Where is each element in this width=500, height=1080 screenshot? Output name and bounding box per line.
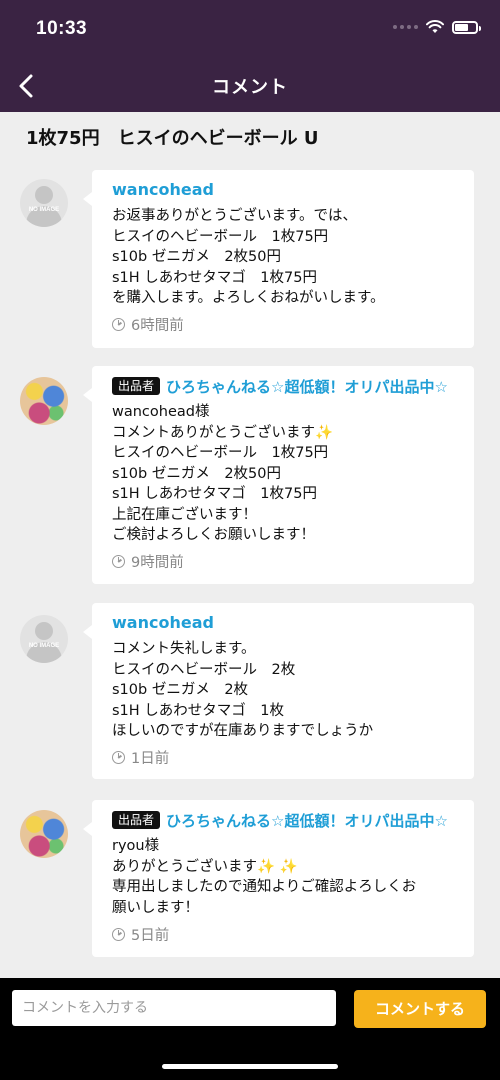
seller-badge: 出品者 xyxy=(112,811,161,829)
comment-line: s10b ゼニガメ 2枚50円 xyxy=(112,249,281,265)
comment-bubble: 出品者 ひろちゃんねる☆超低額！オリパ出品中☆ ryou様 ありがとうございます… xyxy=(83,800,474,957)
comment-line: ありがとうございます xyxy=(112,858,257,875)
comment-timestamp: 6時間前 xyxy=(112,315,454,335)
seller-name[interactable]: ひろちゃんねる☆超低額！オリパ出品中☆ xyxy=(166,376,448,397)
comment-bubble: wancohead コメント失礼します。 ヒスイのヘビーボール 2枚 s10b … xyxy=(83,603,474,779)
comment-line: ヒスイのヘビーボール 1枚75円 xyxy=(112,228,329,245)
seller-badge: 出品者 xyxy=(112,377,161,395)
seller-name[interactable]: ひろちゃんねる☆超低額！オリパ出品中☆ xyxy=(166,810,448,831)
comment-line: ヒスイのヘビーボール 2枚 xyxy=(112,661,296,678)
product-header: 1枚75円 ヒスイのヘビーボール U xyxy=(0,112,500,158)
status-icons xyxy=(393,20,481,34)
home-indicator[interactable] xyxy=(162,1064,338,1069)
comment-line: s10b ゼニガメ 2枚50円 xyxy=(112,465,281,482)
comment-username[interactable]: wancohead xyxy=(112,180,454,200)
comment-input[interactable] xyxy=(12,990,336,1026)
clock-icon xyxy=(112,927,125,941)
battery-icon xyxy=(452,20,481,34)
comment-line-with-sparkle: ありがとうございます✨ ✨ xyxy=(112,857,454,878)
avatar[interactable]: NO IMAGE xyxy=(20,615,68,663)
comment-timestamp: 9時間前 xyxy=(112,552,454,572)
comment-line: コメント失礼します。 xyxy=(112,641,256,657)
seller-avatar[interactable] xyxy=(20,377,68,425)
comment-time: 1日前 xyxy=(131,751,170,767)
comment-line: 願いします！ xyxy=(112,899,199,916)
comment-body: コメント失礼します。 ヒスイのヘビーボール 2枚 s10b ゼニガメ 2枚 s1… xyxy=(112,639,454,742)
comment-username[interactable]: wancohead xyxy=(112,613,454,633)
comment-body: お返事ありがとうございます。では、 ヒスイのヘビーボール 1枚75円 s10b … xyxy=(112,206,454,309)
sparkle-icon: ✨ xyxy=(315,424,334,441)
comment-line: 専用出しましたので通知よりご確認よろしくお xyxy=(112,879,417,895)
clock-icon xyxy=(112,751,125,764)
comment-line: ご検討よろしくお願いします！ xyxy=(112,527,315,543)
comment-line: ryou様 xyxy=(112,838,160,854)
comment-line: s1H しあわせタマゴ 1枚75円 xyxy=(112,486,317,502)
seller-header: 出品者 ひろちゃんねる☆超低額！オリパ出品中☆ xyxy=(112,810,454,830)
comment-time: 5日前 xyxy=(131,927,170,944)
seller-header: 出品者 ひろちゃんねる☆超低額！オリパ出品中☆ xyxy=(112,376,454,396)
page-title: コメント xyxy=(212,77,288,98)
comment-line: ほしいのですが在庫ありますでしょうか xyxy=(112,723,374,739)
comment-line: s1H しあわせタマゴ 1枚75円 xyxy=(112,269,317,286)
comment-time: 6時間前 xyxy=(131,318,184,334)
avatar[interactable]: NO IMAGE xyxy=(20,179,68,227)
seller-avatar[interactable] xyxy=(20,810,68,858)
no-image-label: NO IMAGE xyxy=(28,207,60,213)
comment-line: を購入します。よろしくおねがいします。 xyxy=(112,290,385,306)
comment-body: wancohead様 コメントありがとうございます✨ ヒスイのヘビーボール 1枚… xyxy=(112,402,454,546)
comment-line: s1H しあわせタマゴ 1枚 xyxy=(112,702,285,719)
product-title: 1枚75円 ヒスイのヘビーボール U xyxy=(26,128,319,149)
comment-time: 9時間前 xyxy=(131,555,184,571)
comment-timestamp: 5日前 xyxy=(112,924,454,944)
comment-bubble: wancohead お返事ありがとうございます。では、 ヒスイのヘビーボール 1… xyxy=(83,170,474,348)
comment-line: ヒスイのヘビーボール 1枚75円 xyxy=(112,445,329,461)
comment-line: 上記在庫ございます！ xyxy=(112,506,257,523)
comment-line: コメントありがとうございます xyxy=(112,424,315,441)
clock-icon xyxy=(112,318,125,331)
clock-icon xyxy=(112,555,125,568)
comment-line: wancohead様 xyxy=(112,404,210,420)
wifi-icon xyxy=(426,20,444,33)
send-comment-button[interactable]: コメントする xyxy=(354,990,486,1028)
status-time: 10:33 xyxy=(36,18,88,39)
sparkle-icon: ✨ ✨ xyxy=(257,858,298,875)
comment-body: ryou様 ありがとうございます✨ ✨ 専用出しましたので通知よりご確認よろしく… xyxy=(112,836,454,918)
comment-composer: コメントする xyxy=(0,978,500,1080)
comment-timestamp: 1日前 xyxy=(112,748,454,768)
comment-line-with-sparkle: コメントありがとうございます✨ xyxy=(112,423,454,444)
comment-line: お返事ありがとうございます。では、 xyxy=(112,208,358,224)
comment-line: s10b ゼニガメ 2枚 xyxy=(112,682,249,698)
signal-icon xyxy=(393,25,418,29)
comment-bubble: 出品者 ひろちゃんねる☆超低額！オリパ出品中☆ wancohead様 コメントあ… xyxy=(83,366,474,584)
nav-bar: コメント xyxy=(0,60,500,112)
no-image-label: NO IMAGE xyxy=(28,643,60,649)
status-bar: 10:33 xyxy=(0,0,500,60)
